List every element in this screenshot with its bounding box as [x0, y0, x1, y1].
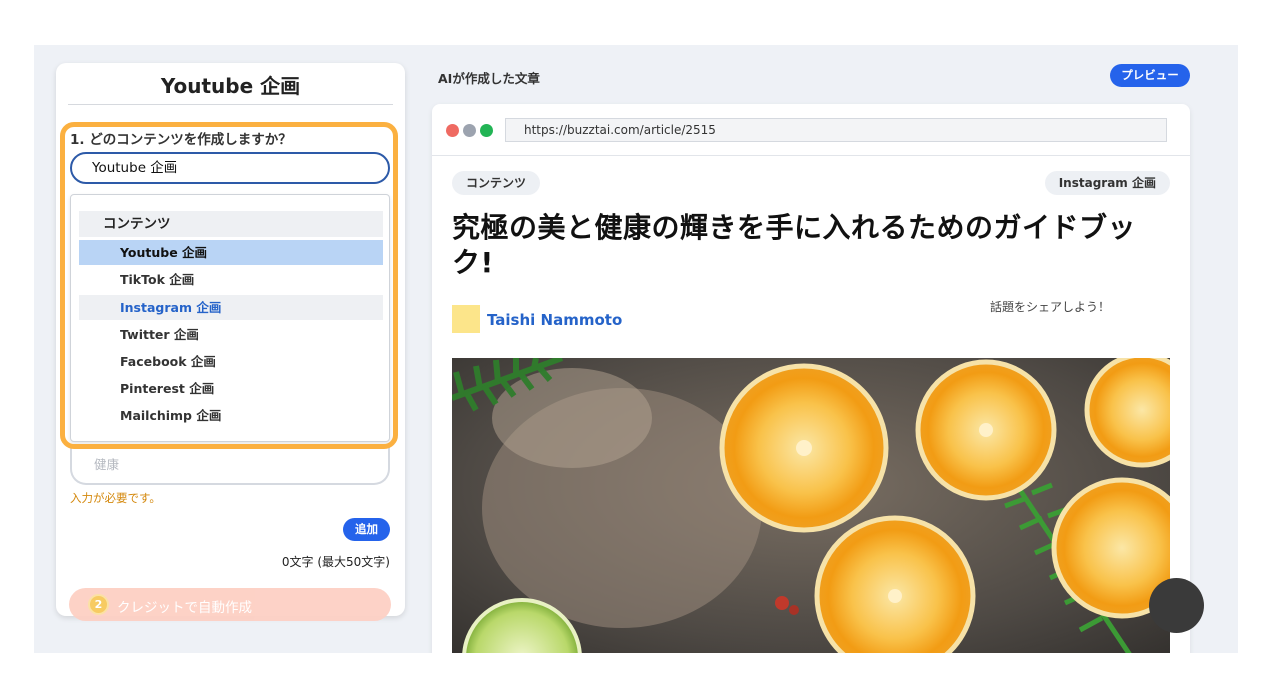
add-button[interactable]: 追加: [343, 518, 390, 541]
dropdown-option[interactable]: Youtube 企画: [79, 240, 383, 265]
dropdown-option[interactable]: Twitter 企画: [79, 322, 383, 347]
avatar: [452, 305, 480, 333]
dropdown-option[interactable]: Instagram 企画: [79, 295, 383, 320]
app-stage: Youtube 企画 1. どのコンテンツを作成しますか？ Youtube 企画…: [34, 45, 1238, 653]
dropdown-option[interactable]: TikTok 企画: [79, 267, 383, 292]
article-title: 究極の美と健康の輝きを手に入れるためのガイドブック!: [452, 211, 1137, 279]
hero-photo-illustration: [452, 358, 1170, 653]
platform-tag[interactable]: Instagram 企画: [1044, 171, 1170, 195]
credit-coin-icon: 2: [88, 594, 109, 615]
content-type-select[interactable]: Youtube 企画: [70, 152, 390, 184]
minimize-dot-icon: [463, 124, 476, 137]
preview-button[interactable]: プレビュー: [1110, 64, 1190, 87]
error-message: 入力が必要です。: [70, 491, 161, 505]
ai-output-label: AIが作成した文章: [438, 71, 540, 86]
browser-toolbar: https://buzztai.com/article/2515: [432, 104, 1190, 156]
char-count: 0文字 (最大50文字): [281, 555, 390, 569]
url-bar[interactable]: https://buzztai.com/article/2515: [505, 118, 1167, 142]
keyword-value: 健康: [94, 457, 120, 472]
maximize-dot-icon: [480, 124, 493, 137]
content-type-dropdown: コンテンツ Youtube 企画 TikTok 企画 Instagram 企画 …: [70, 194, 390, 442]
close-dot-icon: [446, 124, 459, 137]
keyword-input[interactable]: 健康: [70, 447, 390, 485]
share-prompt: 話題をシェアしよう！: [990, 300, 1111, 314]
dropdown-option[interactable]: Facebook 企画: [79, 349, 383, 374]
chat-bubble-button[interactable]: [1149, 578, 1204, 633]
auto-create-button[interactable]: 2 クレジットで自動作成: [69, 588, 391, 621]
dropdown-option[interactable]: Mailchimp 企画: [79, 403, 383, 428]
auto-create-label: クレジットで自動作成: [117, 600, 252, 616]
content-question-label: 1. どのコンテンツを作成しますか？: [70, 132, 292, 148]
dropdown-option[interactable]: Pinterest 企画: [79, 376, 383, 401]
hero-image: [452, 358, 1170, 653]
settings-panel: Youtube 企画 1. どのコンテンツを作成しますか？ Youtube 企画…: [56, 63, 405, 621]
author-name[interactable]: Taishi Nammoto: [487, 311, 622, 329]
dropdown-group-header: コンテンツ: [79, 211, 383, 237]
browser-preview: https://buzztai.com/article/2515 コンテンツ I…: [432, 104, 1190, 653]
category-tag[interactable]: コンテンツ: [452, 171, 541, 195]
panel-title: Youtube 企画: [68, 71, 393, 105]
